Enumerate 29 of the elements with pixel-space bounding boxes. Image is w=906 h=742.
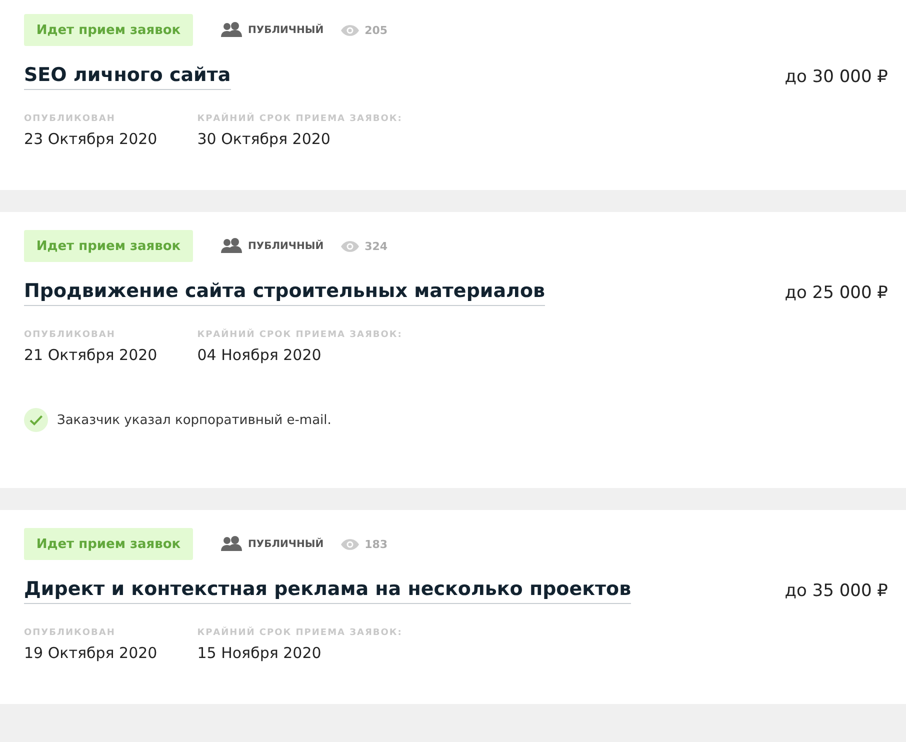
order-title[interactable]: SEO личного сайта — [24, 64, 231, 90]
order-title[interactable]: Продвижение сайта строительных материалов — [24, 280, 546, 306]
published-date: 21 Октября 2020 — [24, 346, 158, 364]
order-title[interactable]: Директ и контекстная реклама на несколько проектов — [24, 578, 632, 604]
access-label: ПУБЛИЧНЫЙ — [248, 24, 324, 36]
status-badge: Идет прием заявок — [24, 14, 193, 46]
deadline-date: 04 Ноября 2020 — [197, 346, 322, 364]
published-date: 23 Октября 2020 — [24, 130, 158, 148]
price: до 35 000 ₽ — [784, 581, 888, 601]
eye-icon — [340, 538, 359, 550]
note-text: Заказчик указал корпоративный e-mail. — [57, 412, 332, 428]
check-icon — [24, 408, 48, 432]
deadline-date: 30 Октября 2020 — [197, 130, 332, 148]
status-badge: Идет прием заявок — [24, 528, 193, 560]
view-count: 205 — [364, 24, 388, 36]
access-label: ПУБЛИЧНЫЙ — [248, 240, 324, 252]
view-count: 183 — [364, 538, 388, 550]
price: до 25 000 ₽ — [784, 283, 888, 303]
status-badge: Идет прием заявок — [24, 230, 193, 262]
eye-icon — [340, 240, 359, 252]
deadline-date: 15 Ноября 2020 — [197, 644, 322, 662]
eye-icon — [340, 24, 359, 36]
people-icon — [220, 22, 242, 38]
view-count: 324 — [364, 240, 388, 252]
people-icon — [220, 536, 242, 552]
price: до 30 000 ₽ — [784, 67, 888, 87]
published-date: 19 Октября 2020 — [24, 644, 158, 662]
access-label: ПУБЛИЧНЫЙ — [248, 538, 324, 550]
people-icon — [220, 238, 242, 254]
